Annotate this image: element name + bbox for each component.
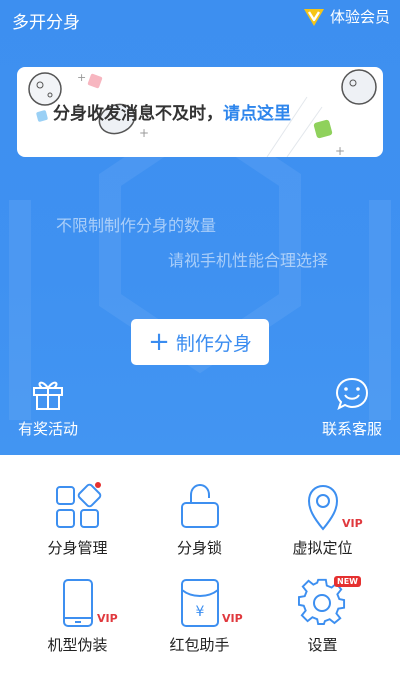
red-packet-icon: ¥: [180, 579, 219, 627]
location-pin-icon: [307, 484, 338, 531]
device-disguise-button[interactable]: VIP 机型伪装: [11, 578, 144, 655]
phone-icon: [62, 579, 93, 627]
virtual-location-button[interactable]: VIP 虚拟定位: [256, 481, 389, 558]
clone-management-label: 分身管理: [47, 539, 108, 557]
svg-text:+: +: [335, 144, 345, 157]
rewards-activity-label: 有奖活动: [17, 420, 78, 438]
customer-service-button[interactable]: 联系客服: [318, 376, 386, 439]
rewards-activity-button[interactable]: 有奖活动: [14, 376, 82, 439]
apps-grid-icon: [55, 482, 101, 528]
clone-lock-label: 分身锁: [176, 539, 222, 557]
clone-lock-button[interactable]: 分身锁: [133, 481, 266, 558]
hint-unlimited: 不限制制作分身的数量: [56, 216, 217, 235]
vip-badge: VIP: [97, 612, 118, 625]
device-disguise-label: 机型伪装: [47, 636, 108, 654]
app-title: 多开分身: [12, 13, 80, 33]
clone-management-button[interactable]: 分身管理: [11, 481, 144, 558]
notification-banner[interactable]: + + + 分身收发消息不及时，请点这里: [17, 67, 383, 157]
gift-icon: [33, 381, 63, 410]
plus-icon: +: [148, 327, 170, 357]
red-packet-assistant-label: 红包助手: [169, 636, 230, 654]
settings-button[interactable]: NEW 设置: [256, 576, 389, 655]
vip-badge: VIP: [222, 612, 243, 625]
vip-label: 体验会员: [329, 8, 390, 26]
lock-icon: [180, 483, 219, 528]
vip-membership-link[interactable]: 体验会员: [302, 6, 390, 27]
feature-grid: 分身管理 分身锁 VIP 虚拟定位 VIP 机型伪装 ¥ VIP 红包助手 NE…: [0, 455, 400, 677]
hero-area: 多开分身 体验会员 + + + 分身收发消息不及时，请点这里 不限制制作分身的数…: [0, 0, 400, 455]
hint-performance: 请视手机性能合理选择: [168, 251, 329, 270]
banner-link[interactable]: 请点这里: [223, 104, 291, 124]
svg-text:+: +: [77, 71, 86, 84]
vip-badge: VIP: [342, 517, 363, 530]
settings-label: 设置: [307, 636, 338, 654]
virtual-location-label: 虚拟定位: [292, 539, 353, 557]
banner-message: 分身收发消息不及时，请点这里: [53, 99, 291, 124]
new-badge: NEW: [334, 576, 361, 587]
yuan-glyph: ¥: [195, 604, 204, 620]
svg-text:+: +: [139, 126, 149, 140]
banner-text: 分身收发消息不及时，: [53, 104, 223, 124]
vip-crown-icon: [303, 8, 324, 26]
chat-smile-icon: [335, 377, 369, 410]
red-packet-assistant-button[interactable]: ¥ VIP 红包助手: [133, 578, 266, 655]
create-clone-label: 制作分身: [175, 332, 252, 355]
create-clone-button[interactable]: + 制作分身: [131, 319, 269, 365]
customer-service-label: 联系客服: [321, 420, 382, 438]
